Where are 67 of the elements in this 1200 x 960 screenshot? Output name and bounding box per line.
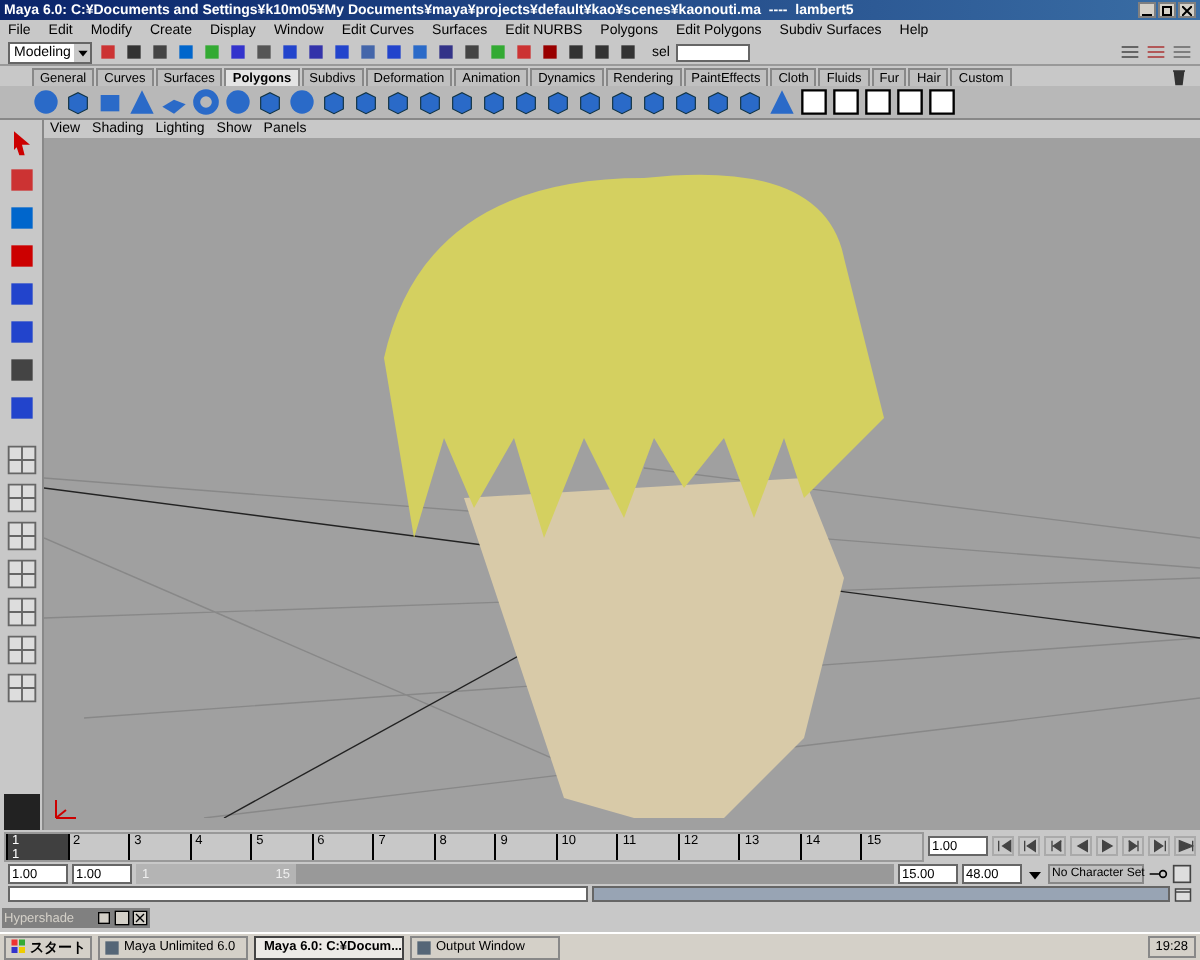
playback-button[interactable] — [1096, 836, 1118, 856]
tool-icon[interactable] — [5, 392, 37, 424]
app-icon — [416, 939, 432, 955]
tool-icon[interactable] — [5, 278, 37, 310]
tool-icon[interactable] — [5, 240, 37, 272]
layout-icon[interactable] — [5, 672, 37, 704]
playback-button[interactable] — [1018, 836, 1040, 856]
playback-icon — [1021, 838, 1037, 854]
cube-icon[interactable] — [320, 88, 348, 116]
cube-icon[interactable] — [448, 88, 476, 116]
layout-icon[interactable] — [5, 596, 37, 628]
cube-icon[interactable] — [480, 88, 508, 116]
cube-icon[interactable] — [736, 88, 764, 116]
sphere-icon[interactable] — [224, 88, 252, 116]
torus-icon[interactable] — [192, 88, 220, 116]
cube-icon[interactable] — [704, 88, 732, 116]
layout-icon[interactable] — [5, 482, 37, 514]
restore-icon[interactable] — [96, 910, 112, 926]
minimize-button[interactable] — [1138, 2, 1156, 18]
tool-icon[interactable] — [5, 354, 37, 386]
windows-logo-icon — [10, 938, 28, 956]
script-editor-icon[interactable] — [1174, 886, 1192, 904]
cube-icon[interactable] — [544, 88, 572, 116]
layout-icon[interactable] — [5, 444, 37, 476]
cube-icon[interactable] — [512, 88, 540, 116]
playback-button[interactable] — [1122, 836, 1144, 856]
playback-button[interactable] — [1148, 836, 1170, 856]
layout-icon[interactable] — [5, 634, 37, 666]
tool-icon[interactable] — [5, 316, 37, 348]
restore-button[interactable] — [1158, 2, 1176, 18]
cube-icon[interactable] — [640, 88, 668, 116]
playback-icon — [1125, 838, 1141, 854]
tool-icon[interactable] — [5, 202, 37, 234]
playback-button[interactable] — [992, 836, 1014, 856]
close-icon — [1182, 5, 1192, 15]
cube-icon[interactable] — [608, 88, 636, 116]
playback-button[interactable] — [1044, 836, 1066, 856]
command-line-field[interactable] — [8, 886, 588, 902]
cube-icon[interactable] — [352, 88, 380, 116]
selection-field[interactable] — [675, 43, 750, 61]
cube-icon[interactable] — [576, 88, 604, 116]
playback-icon — [995, 838, 1011, 854]
cube-icon[interactable] — [672, 88, 700, 116]
playback-icon — [1047, 838, 1063, 854]
sphere-icon[interactable] — [32, 88, 60, 116]
app-icon — [104, 939, 120, 955]
channel-box-icon[interactable] — [1120, 42, 1140, 62]
trash-icon[interactable] — [1170, 67, 1188, 85]
playback-icon — [1151, 838, 1167, 854]
axis-indicator-icon — [52, 798, 80, 822]
cone-icon[interactable] — [128, 88, 156, 116]
cube-icon[interactable] — [256, 88, 284, 116]
playback-button[interactable] — [1070, 836, 1092, 856]
cube-icon[interactable] — [64, 88, 92, 116]
preferences-icon[interactable] — [1172, 864, 1192, 884]
sphere-icon[interactable] — [288, 88, 316, 116]
close-button[interactable] — [1178, 2, 1196, 18]
playback-icon — [1177, 838, 1193, 854]
layout-icon[interactable] — [5, 558, 37, 590]
restore-icon — [1162, 5, 1172, 15]
caret-icon — [75, 45, 89, 59]
playback-button[interactable] — [1174, 836, 1196, 856]
close-icon[interactable] — [132, 910, 148, 926]
key-icon[interactable] — [1148, 864, 1168, 884]
maximize-icon[interactable] — [114, 910, 130, 926]
layout-icon[interactable] — [5, 520, 37, 552]
tool-icon[interactable] — [5, 164, 37, 196]
